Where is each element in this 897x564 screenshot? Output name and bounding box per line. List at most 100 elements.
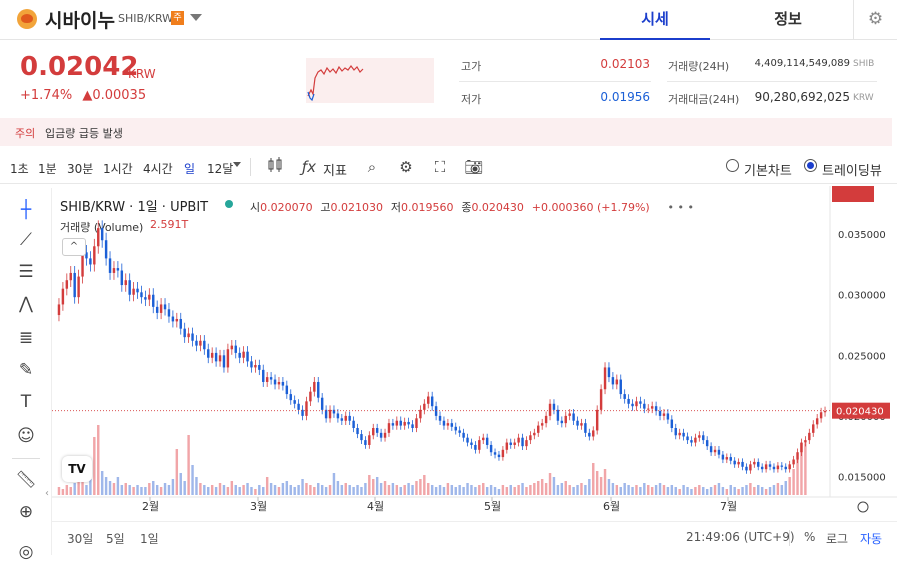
amount-value: 90,280,692,025 bbox=[754, 90, 850, 104]
chevron-down-icon[interactable] bbox=[190, 14, 202, 21]
crosshair-icon[interactable]: ┼ bbox=[12, 198, 40, 222]
percent-toggle[interactable]: % bbox=[804, 530, 815, 544]
candle-body bbox=[764, 464, 768, 470]
magnet-icon[interactable]: ◎ bbox=[12, 540, 40, 564]
volume-bar bbox=[348, 485, 351, 495]
collapse-legend-button[interactable]: ^ bbox=[62, 238, 86, 256]
tab-info[interactable]: 정보 bbox=[733, 0, 843, 40]
candle-body bbox=[721, 454, 725, 460]
axis-settings-icon[interactable] bbox=[857, 501, 869, 513]
compare-search-icon[interactable]: ⌕ bbox=[361, 156, 383, 178]
volume-bar bbox=[430, 485, 434, 495]
candle-body bbox=[702, 435, 705, 441]
volume-bar bbox=[128, 485, 131, 495]
candle-body bbox=[69, 272, 72, 281]
indicator-fx-icon[interactable]: ƒx bbox=[298, 156, 320, 178]
log-toggle[interactable]: 로그 bbox=[826, 530, 848, 547]
volume-bar bbox=[749, 483, 752, 495]
basic-chart-label[interactable]: 기본차트 bbox=[744, 160, 792, 179]
volume-bar bbox=[124, 483, 127, 495]
volume-bar bbox=[116, 477, 120, 495]
candle-body bbox=[352, 420, 355, 429]
candle-type-icon[interactable] bbox=[264, 156, 286, 178]
tradingview-label[interactable]: 트레이딩뷰 bbox=[822, 160, 882, 179]
emoji-icon[interactable]: ☺ bbox=[12, 424, 40, 448]
candle-body bbox=[631, 403, 634, 407]
volume-bar bbox=[226, 487, 230, 495]
settings-gear-icon[interactable]: ⚙ bbox=[395, 156, 417, 178]
volume-bar bbox=[698, 485, 701, 495]
tf-4h[interactable]: 4시간 bbox=[143, 160, 173, 177]
basic-chart-radio[interactable] bbox=[726, 159, 739, 172]
trend-line-icon[interactable]: ⟋ bbox=[12, 228, 40, 252]
tf-12mo[interactable]: 12달 bbox=[207, 160, 233, 177]
volume-bar bbox=[792, 469, 795, 495]
candle-body bbox=[772, 466, 776, 470]
pattern-icon[interactable]: ⋀ bbox=[12, 292, 40, 316]
candle-body bbox=[450, 423, 454, 427]
candle-body bbox=[415, 418, 418, 429]
change-percent: +1.74% bbox=[20, 88, 73, 103]
tf-1m[interactable]: 1분 bbox=[38, 160, 57, 177]
fullscreen-icon[interactable]: ⛶ bbox=[429, 156, 451, 178]
volume-bar bbox=[332, 473, 336, 495]
candle-body bbox=[383, 432, 387, 438]
caution-badge: 주 bbox=[171, 11, 184, 25]
camera-icon[interactable]: 📷︎ bbox=[463, 156, 485, 178]
volume-bar bbox=[344, 483, 347, 495]
volume-bar bbox=[603, 469, 607, 495]
tf-1s[interactable]: 1초 bbox=[10, 160, 29, 177]
chevron-down-icon[interactable] bbox=[233, 162, 241, 167]
candle-body bbox=[489, 444, 493, 453]
settings-gear-icon[interactable]: ⚙ bbox=[853, 0, 897, 40]
volume-bar bbox=[709, 487, 713, 495]
volume-bar bbox=[757, 485, 760, 495]
candle-body bbox=[293, 400, 296, 404]
zoom-in-icon[interactable]: ⊕ bbox=[12, 500, 40, 524]
candle-body bbox=[647, 408, 650, 410]
tf-1d[interactable]: 일 bbox=[184, 160, 195, 177]
candle-body bbox=[199, 340, 202, 346]
brush-icon[interactable]: ✎ bbox=[12, 358, 40, 382]
tab-price[interactable]: 시세 bbox=[600, 0, 710, 40]
candle-body bbox=[458, 430, 461, 433]
text-icon[interactable]: T bbox=[12, 390, 40, 414]
volume-bar bbox=[136, 485, 139, 495]
fib-icon[interactable]: ≣ bbox=[12, 326, 40, 350]
candle-body bbox=[757, 461, 760, 467]
range-5d[interactable]: 5일 bbox=[106, 530, 125, 547]
candle-body bbox=[537, 425, 540, 433]
candle-body bbox=[368, 435, 371, 445]
volume-bar bbox=[273, 485, 277, 495]
volume-unit: SHIB bbox=[853, 59, 875, 69]
indicator-label[interactable]: 지표 bbox=[323, 160, 347, 179]
candle-body bbox=[340, 418, 344, 421]
tf-30m[interactable]: 30분 bbox=[67, 160, 93, 177]
amount-label: 거래대금(24H) bbox=[668, 93, 740, 106]
volume-bar bbox=[65, 485, 69, 495]
candle-body bbox=[540, 423, 544, 426]
horizontal-lines-icon[interactable]: ☰ bbox=[12, 260, 40, 284]
tradingview-radio[interactable] bbox=[804, 159, 817, 172]
candle-body bbox=[611, 377, 615, 385]
volume-bar bbox=[753, 487, 756, 495]
range-30d[interactable]: 30일 bbox=[67, 530, 93, 547]
volume-bar bbox=[155, 485, 159, 495]
candle-body bbox=[780, 465, 784, 467]
candle-body bbox=[124, 280, 127, 286]
auto-toggle[interactable]: 자동 bbox=[860, 530, 882, 547]
volume-bar bbox=[733, 487, 736, 495]
volume-bar bbox=[694, 487, 697, 495]
candle-body bbox=[717, 449, 721, 455]
range-1d[interactable]: 1일 bbox=[140, 530, 159, 547]
tf-1h[interactable]: 1시간 bbox=[103, 160, 133, 177]
x-tick-label: 5월 bbox=[484, 500, 501, 513]
candle-body bbox=[674, 428, 677, 436]
volume-value: 4,409,114,549,089 bbox=[754, 58, 850, 69]
ruler-icon[interactable]: 📏︎ bbox=[12, 468, 40, 492]
candlestick-chart[interactable]: 0.0350000.0300000.0250000.0200000.015000… bbox=[52, 186, 897, 521]
volume-bar bbox=[375, 477, 379, 495]
candle-body bbox=[163, 304, 167, 310]
x-tick-label: 2월 bbox=[142, 500, 159, 513]
collapse-sidebar-icon[interactable]: ‹ bbox=[45, 488, 49, 499]
